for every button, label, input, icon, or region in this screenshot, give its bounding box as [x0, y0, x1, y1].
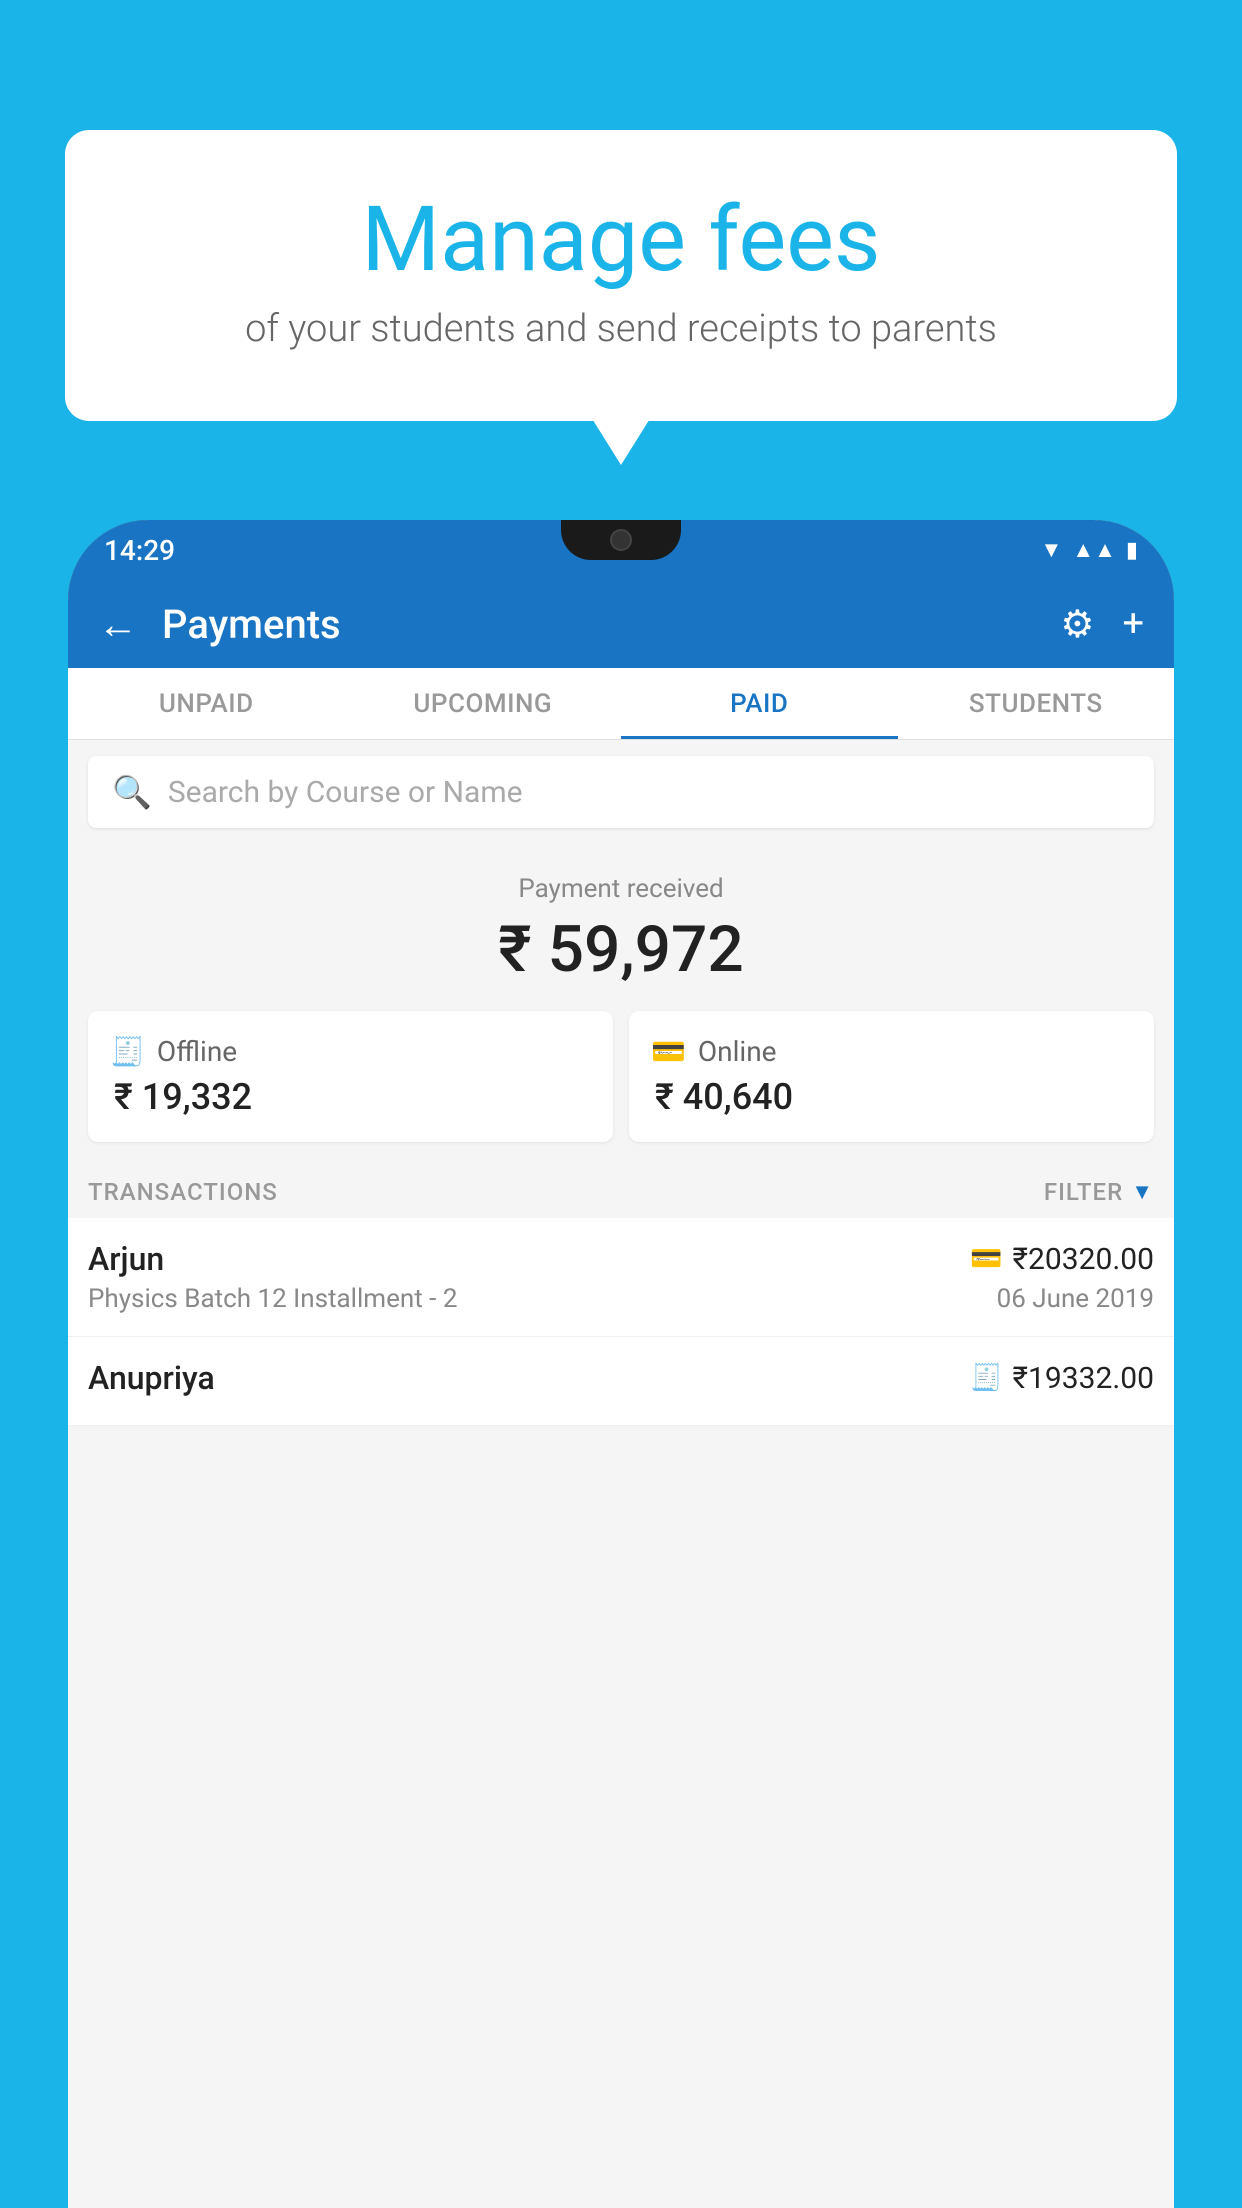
transaction-date: 06 June 2019	[997, 1284, 1154, 1314]
settings-icon[interactable]: ⚙	[1060, 602, 1094, 647]
bubble-title: Manage fees	[115, 190, 1127, 289]
signal-icon: ▲▲	[1072, 537, 1116, 563]
payment-type-icon: 🧾	[970, 1363, 1002, 1393]
tab-paid[interactable]: PAID	[621, 668, 898, 739]
back-button[interactable]: ←	[98, 601, 138, 648]
notch	[561, 520, 681, 560]
transaction-name: Anupriya	[88, 1359, 215, 1397]
online-icon: 💳	[651, 1035, 686, 1068]
table-row[interactable]: Arjun 💳 ₹20320.00 Physics Batch 12 Insta…	[68, 1218, 1174, 1337]
transactions-label: TRANSACTIONS	[88, 1178, 278, 1206]
payment-received-label: Payment received	[88, 874, 1154, 904]
search-input[interactable]: Search by Course or Name	[168, 775, 523, 810]
payment-cards: 🧾 Offline ₹ 19,332 💳 Online ₹ 40,640	[68, 1011, 1174, 1162]
filter-label: FILTER	[1044, 1178, 1123, 1206]
search-bar[interactable]: 🔍 Search by Course or Name	[88, 756, 1154, 828]
offline-icon: 🧾	[110, 1035, 145, 1068]
status-time: 14:29	[104, 534, 175, 567]
offline-amount: ₹ 19,332	[110, 1076, 591, 1118]
online-card: 💳 Online ₹ 40,640	[629, 1011, 1154, 1142]
payment-total-amount: ₹ 59,972	[88, 912, 1154, 987]
phone-screen: 14:29 ▼ ▲▲ ▮ ← Payments ⚙ + UNPAID UPCOM…	[68, 520, 1174, 2208]
app-bar-actions: ⚙ +	[1060, 602, 1144, 647]
app-bar: ← Payments ⚙ +	[68, 580, 1174, 668]
add-icon[interactable]: +	[1122, 602, 1144, 646]
battery-icon: ▮	[1126, 538, 1138, 563]
online-amount: ₹ 40,640	[651, 1076, 1132, 1118]
tab-upcoming[interactable]: UPCOMING	[345, 668, 622, 739]
online-label: Online	[698, 1035, 777, 1068]
wifi-icon: ▼	[1041, 537, 1063, 563]
tab-unpaid[interactable]: UNPAID	[68, 668, 345, 739]
status-bar: 14:29 ▼ ▲▲ ▮	[68, 520, 1174, 580]
tab-students[interactable]: STUDENTS	[898, 668, 1175, 739]
search-icon: 🔍	[112, 773, 152, 811]
tabs: UNPAID UPCOMING PAID STUDENTS	[68, 668, 1174, 740]
transaction-name: Arjun	[88, 1240, 164, 1278]
transaction-description: Physics Batch 12 Installment - 2	[88, 1284, 457, 1314]
payment-summary: Payment received ₹ 59,972	[68, 844, 1174, 1011]
table-row[interactable]: Anupriya 🧾 ₹19332.00	[68, 1337, 1174, 1426]
transaction-amount: ₹19332.00	[1013, 1361, 1154, 1396]
app-bar-title: Payments	[162, 601, 1036, 648]
payment-type-icon: 💳	[970, 1244, 1002, 1274]
transactions-header: TRANSACTIONS FILTER ▼	[68, 1162, 1174, 1218]
filter-button[interactable]: FILTER ▼	[1044, 1178, 1154, 1206]
phone-frame: 14:29 ▼ ▲▲ ▮ ← Payments ⚙ + UNPAID UPCOM…	[68, 520, 1174, 2208]
bubble-subtitle: of your students and send receipts to pa…	[115, 307, 1127, 351]
filter-icon: ▼	[1131, 1179, 1154, 1205]
transaction-amount: ₹20320.00	[1013, 1242, 1154, 1277]
speech-bubble: Manage fees of your students and send re…	[65, 130, 1177, 421]
status-icons: ▼ ▲▲ ▮	[1041, 537, 1138, 563]
offline-label: Offline	[157, 1035, 237, 1068]
offline-card: 🧾 Offline ₹ 19,332	[88, 1011, 613, 1142]
camera	[610, 529, 632, 551]
content-area: 🔍 Search by Course or Name Payment recei…	[68, 740, 1174, 2208]
